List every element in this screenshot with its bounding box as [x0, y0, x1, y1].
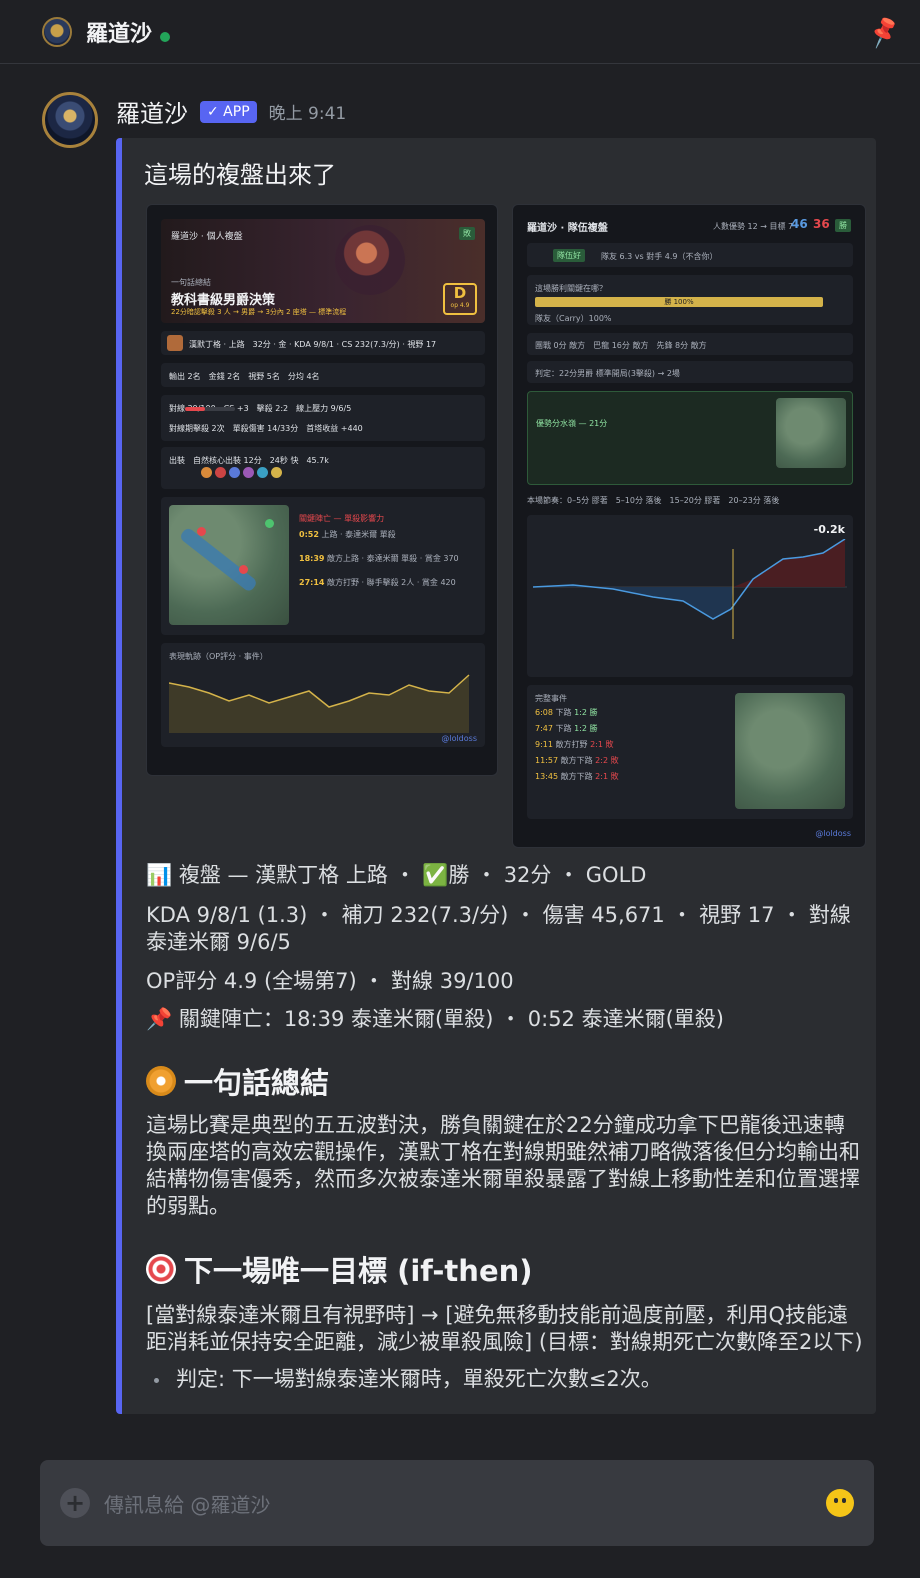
win-key-panel: 這場勝利關鍵在哪？ 勝 100% 隊友（Carry）100% [527, 275, 853, 325]
heading-summary: 一句話總結 [146, 1060, 329, 1102]
one-line-label: 一句話總結 [171, 278, 211, 287]
items-summary: 出裝 自然核心出裝 12分 24秒 快 45.7k [169, 456, 329, 465]
score-label: 人數優勢 12 → 目標 7 [713, 222, 794, 231]
left-card-footer: @loldoss [441, 734, 477, 743]
macro-title: 優勢分水嶺 — 21分 [536, 419, 608, 428]
pin-icon[interactable]: 📌 [863, 11, 904, 52]
summary-line-3: OP評分 4.9 (全場第7) ・ 對線 39/100 [146, 969, 514, 993]
rank-summary: 輸出 2名 金錢 2名 視野 5名 分均 4名 [169, 372, 320, 381]
compass-icon [146, 1066, 176, 1096]
result-tag: 敗 [459, 227, 475, 240]
win-key-question: 這場勝利關鍵在哪？ [535, 284, 607, 293]
team-row: 隊伍好 隊友 6.3 vs 對手 4.9（不含你） [527, 243, 853, 267]
team-review-image[interactable]: 羅道沙 · 隊伍複盤 人數優勢 12 → 目標 7 46 36 勝 隊伍好 隊友… [512, 204, 866, 848]
attach-plus-button[interactable]: + [60, 1488, 90, 1518]
carry-row: 隊友（Carry）100% [535, 314, 612, 323]
objective-summary: 團戰 0分 敵方 巴龍 16分 敵方 先鋒 8分 敵方 [535, 341, 707, 350]
events-minimap [735, 693, 845, 809]
result-tag: 勝 [835, 219, 851, 232]
champion-icon [167, 335, 183, 351]
champ-row: 漢默丁格 · 上路 32分 · 金 · KDA 9/8/1 · CS 232(7… [161, 331, 485, 355]
author-avatar[interactable] [42, 92, 98, 148]
macro-panel: 優勢分水嶺 — 21分 [527, 391, 853, 485]
app-badge: ✓ APP [200, 100, 257, 123]
gold-chart-panel: -0.2k [527, 515, 853, 677]
channel-header: 羅道沙 📌 [0, 0, 920, 64]
online-status-dot [160, 31, 171, 42]
message-timestamp: 晚上 9:41 [268, 104, 347, 124]
author-name[interactable]: 羅道沙 [116, 94, 188, 129]
champion-art [335, 225, 405, 295]
events-title: 關鍵陣亡 — 單殺影響力 [299, 514, 385, 523]
score-red: 36 [813, 217, 830, 231]
hero-banner: 羅道沙 · 個人複盤 敗 一句話總結 教科書級男爵決策 22分暗認擊殺 3 人 … [161, 219, 485, 323]
right-card-footer: @loldoss [815, 829, 851, 838]
bullet-dot [154, 1378, 159, 1383]
gold-diff-value: -0.2k [813, 523, 845, 536]
emoji-picker-icon[interactable] [826, 1489, 854, 1517]
card-subline: 22分暗認擊殺 3 人 → 男爵 → 3分內 2 座塔 — 標準流程 [171, 308, 347, 316]
channel-name[interactable]: 羅道沙 [86, 16, 152, 48]
champ-summary: 漢默丁格 · 上路 32分 · 金 · KDA 9/8/1 · CS 232(7… [189, 340, 437, 349]
win-key-bar: 勝 100% [535, 297, 823, 307]
judge-row: 判定：22分男爵 標準開局(3擊殺) → 2場 [527, 361, 853, 383]
target-icon [146, 1254, 176, 1284]
laning-summary: 對線期擊殺 2次 單殺傷害 14/33分 首塔收益 +440 [169, 424, 363, 433]
summary-line-1: 📊 複盤 — 漢默丁格 上路 ・ ✅勝 ・ 32分 ・ GOLD [146, 863, 647, 887]
item-icons [201, 467, 282, 478]
phase-row: 本場節奏：0–5分 膠著 5–10分 落後 15–20分 膠著 20–23分 落… [527, 496, 780, 505]
grade-badge: D op 4.9 [443, 283, 477, 315]
minimap [169, 505, 289, 625]
message-composer[interactable]: + 傳訊息給 @羅道沙 [40, 1460, 874, 1546]
perf-chart [169, 663, 477, 733]
goal-bullet: 判定: 下一場對線泰達米爾時，單殺死亡次數≤2次。 [176, 1367, 662, 1391]
death-map-panel: 關鍵陣亡 — 單殺影響力 0:52 上路 · 泰達米爾 單殺 18:39 敵方上… [161, 497, 485, 635]
summary-paragraph: 這場比賽是典型的五五波對決，勝負關鍵在於22分鐘成功拿下巴龍後迅速轉換兩座塔的高… [146, 1113, 860, 1218]
channel-avatar[interactable] [42, 16, 72, 47]
card-headline: 教科書級男爵決策 [171, 293, 276, 308]
objective-row: 團戰 0分 敵方 巴龍 16分 敵方 先鋒 8分 敵方 [527, 333, 853, 355]
rank-row: 輸出 2名 金錢 2名 視野 5名 分均 4名 [161, 363, 485, 387]
heading-goal: 下一場唯一目標 (if-then) [146, 1248, 533, 1290]
team-events-panel: 完整事件 6:08 下路 1:2 勝 7:47 下路 1:2 勝 9:11 敵方… [527, 685, 853, 819]
embed-images: 羅道沙 · 個人複盤 敗 一句話總結 教科書級男爵決策 22分暗認擊殺 3 人 … [146, 204, 866, 850]
message-input[interactable]: 傳訊息給 @羅道沙 [104, 1489, 270, 1518]
team-minimap [776, 398, 846, 468]
team-events-title: 完整事件 [535, 694, 567, 703]
judge-summary: 判定：22分男爵 標準開局(3擊殺) → 2場 [535, 369, 680, 378]
gold-chart [533, 539, 847, 639]
performance-chart-panel: 表現軌跡（OP評分 · 事件） @loldoss [161, 643, 485, 747]
perf-chart-title: 表現軌跡（OP評分 · 事件） [169, 652, 268, 661]
goal-paragraph: [當對線泰達米爾且有視野時] → [避免無移動技能前過度前壓，利用Q技能遠距消耗… [146, 1303, 863, 1354]
personal-review-image[interactable]: 羅道沙 · 個人複盤 敗 一句話總結 教科書級男爵決策 22分暗認擊殺 3 人 … [146, 204, 498, 776]
items-panel: 出裝 自然核心出裝 12分 24秒 快 45.7k [161, 447, 485, 489]
team-summary: 隊友 6.3 vs 對手 4.9（不含你） [601, 252, 718, 261]
summary-line-4: 📌 關鍵陣亡：18:39 泰達米爾(單殺) ・ 0:52 泰達米爾(單殺) [146, 1007, 724, 1031]
summary-line-2: KDA 9/8/1 (1.3) ・ 補刀 232(7.3/分) ・ 傷害 45,… [146, 903, 851, 954]
message-meta: 羅道沙 ✓ APP 晚上 9:41 [116, 94, 346, 129]
lane-score-bar [185, 407, 235, 411]
lane-panel: 對線 39/100 CS +3 擊殺 2:2 線上壓力 9/6/5 對線期擊殺 … [161, 395, 485, 441]
card-app-title: 羅道沙 · 個人複盤 [171, 232, 243, 242]
score-blue: 46 [791, 217, 808, 231]
team-tag: 隊伍好 [553, 249, 585, 262]
card-app-title: 羅道沙 · 隊伍複盤 [527, 223, 608, 234]
embed-title: 這場的複盤出來了 [144, 161, 336, 189]
embed: 這場的複盤出來了 羅道沙 · 個人複盤 敗 一句話總結 教科書級男爵決策 22分… [116, 138, 876, 1414]
